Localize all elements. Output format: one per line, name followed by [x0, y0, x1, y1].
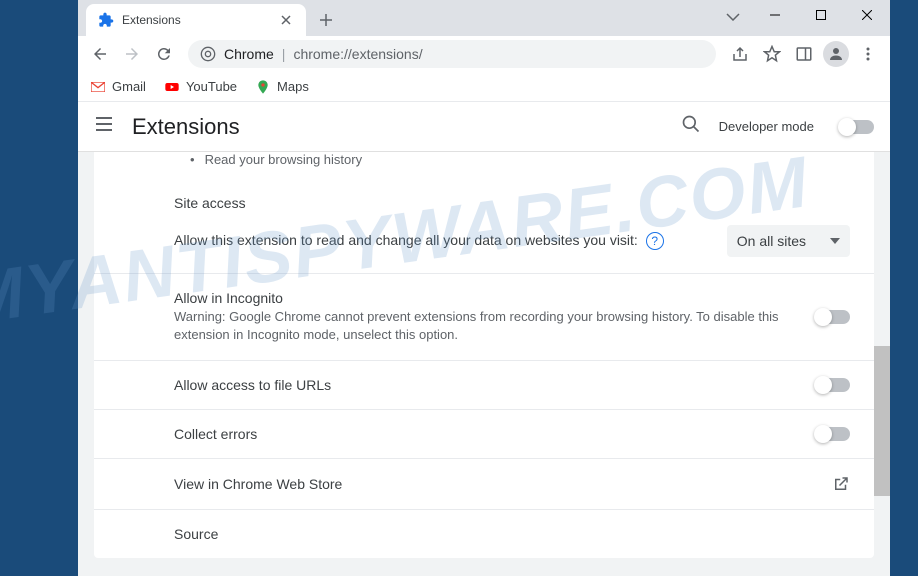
window-controls: [752, 0, 890, 30]
source-section: Source: [94, 510, 874, 558]
extensions-header: Extensions Developer mode: [78, 102, 890, 152]
omnibox-scheme: Chrome: [224, 46, 274, 62]
tab-close-button[interactable]: [278, 12, 294, 28]
forward-button[interactable]: [118, 40, 146, 68]
file-urls-toggle[interactable]: [816, 378, 850, 392]
youtube-icon: [164, 79, 180, 95]
developer-mode-label: Developer mode: [719, 119, 814, 134]
extension-detail-card: Read your browsing history Site access A…: [94, 152, 874, 558]
scrollbar-thumb[interactable]: [874, 346, 890, 496]
tab-title: Extensions: [122, 13, 270, 27]
site-access-section: Site access Allow this extension to read…: [94, 179, 874, 274]
reload-button[interactable]: [150, 40, 178, 68]
maximize-button[interactable]: [798, 0, 844, 30]
bookmarks-bar: Gmail YouTube Maps: [78, 72, 890, 102]
omnibox-path: chrome://extensions/: [293, 46, 422, 62]
menu-hamburger-button[interactable]: [94, 114, 114, 139]
webstore-section[interactable]: View in Chrome Web Store: [94, 459, 874, 510]
gmail-icon: [90, 79, 106, 95]
page-title: Extensions: [132, 114, 663, 140]
titlebar: Extensions: [78, 0, 890, 36]
bookmark-star-button[interactable]: [758, 40, 786, 68]
site-access-desc: Allow this extension to read and change …: [174, 232, 638, 248]
omnibox[interactable]: Chrome | chrome://extensions/: [188, 40, 716, 68]
minimize-button[interactable]: [752, 0, 798, 30]
extension-icon: [98, 12, 114, 28]
source-label: Source: [174, 526, 850, 542]
file-urls-section: Allow access to file URLs: [94, 361, 874, 410]
site-access-dropdown[interactable]: On all sites: [727, 225, 850, 257]
search-button[interactable]: [681, 114, 701, 139]
collect-errors-label: Collect errors: [174, 426, 257, 442]
tab-search-button[interactable]: [726, 8, 740, 26]
close-window-button[interactable]: [844, 0, 890, 30]
external-link-icon: [832, 475, 850, 493]
webstore-label: View in Chrome Web Store: [174, 476, 342, 492]
incognito-toggle[interactable]: [816, 310, 850, 324]
chrome-icon: [200, 46, 216, 62]
file-urls-label: Allow access to file URLs: [174, 377, 331, 393]
menu-button[interactable]: [854, 40, 882, 68]
maps-icon: [255, 79, 271, 95]
back-button[interactable]: [86, 40, 114, 68]
profile-button[interactable]: [822, 40, 850, 68]
incognito-section: Allow in Incognito Warning: Google Chrom…: [94, 274, 874, 361]
help-icon[interactable]: ?: [646, 232, 664, 250]
bookmark-youtube[interactable]: YouTube: [164, 79, 237, 95]
new-tab-button[interactable]: [312, 6, 340, 34]
side-panel-button[interactable]: [790, 40, 818, 68]
site-access-title: Site access: [174, 195, 850, 211]
incognito-label: Allow in Incognito: [174, 290, 796, 306]
content-area: Read your browsing history Site access A…: [78, 152, 890, 576]
incognito-desc: Warning: Google Chrome cannot prevent ex…: [174, 308, 796, 344]
share-button[interactable]: [726, 40, 754, 68]
address-bar: Chrome | chrome://extensions/: [78, 36, 890, 72]
browser-tab[interactable]: Extensions: [86, 4, 306, 36]
bookmark-maps[interactable]: Maps: [255, 79, 309, 95]
chrome-window: Extensions Chrome | chrome://extensions/: [78, 0, 890, 576]
permission-item: Read your browsing history: [94, 152, 874, 179]
bookmark-gmail[interactable]: Gmail: [90, 79, 146, 95]
collect-errors-section: Collect errors: [94, 410, 874, 459]
developer-mode-toggle[interactable]: [840, 120, 874, 134]
collect-errors-toggle[interactable]: [816, 427, 850, 441]
chevron-down-icon: [830, 238, 840, 244]
